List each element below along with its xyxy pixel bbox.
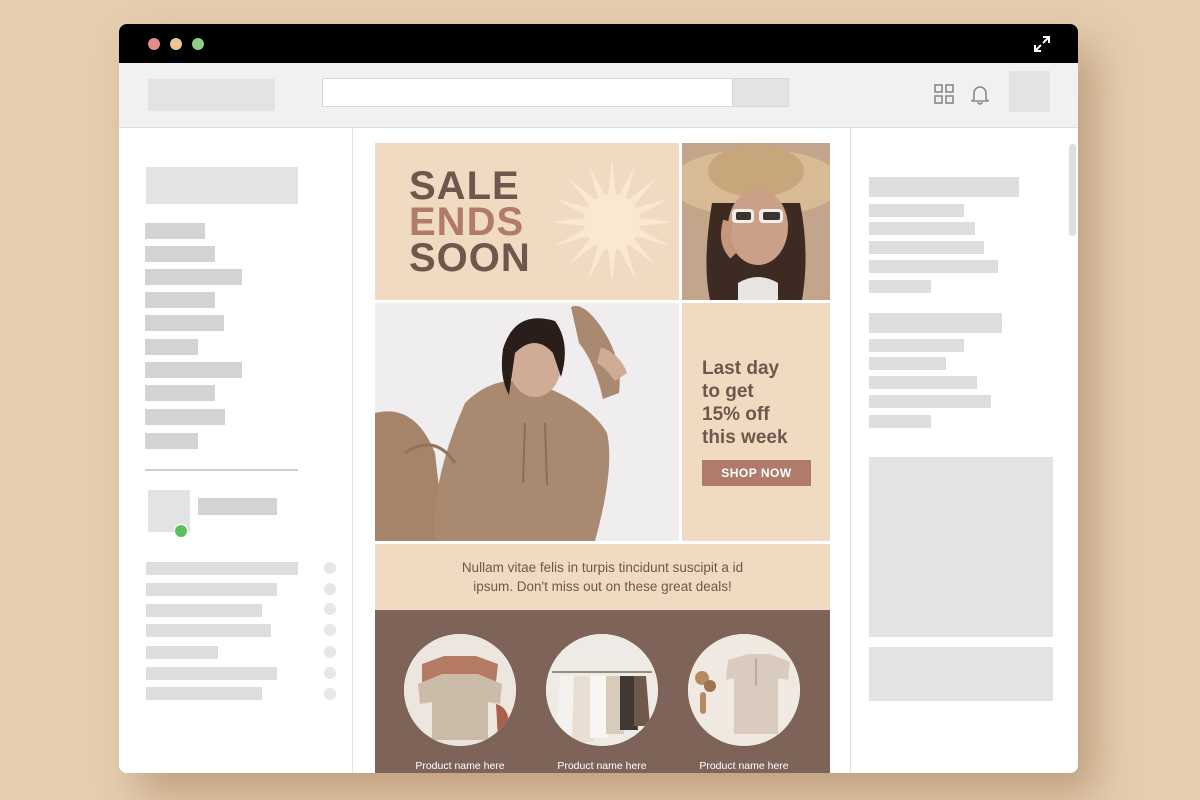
sidebar-line: [869, 241, 984, 254]
message-line-2: ipsum. Don't miss out on these great dea…: [473, 579, 732, 594]
list-item[interactable]: [146, 667, 277, 680]
sidebar-heading-placeholder: [869, 313, 1002, 333]
offer-panel: Last day to get 15% off this week SHOP N…: [682, 303, 830, 541]
minimize-window-button[interactable]: [170, 38, 182, 50]
list-item-status-dot: [324, 624, 336, 636]
sidebar-heading-placeholder: [146, 167, 298, 204]
offer-line-3: 15% off: [702, 404, 770, 425]
ad-placeholder: [869, 457, 1053, 637]
email-content: SALE ENDS SOON Last day to get 15% off t…: [375, 143, 830, 773]
shop-now-button[interactable]: SHOP NOW: [702, 460, 811, 486]
sidebar-line: [869, 376, 977, 389]
sidebar-line: [869, 395, 991, 408]
sidebar-item[interactable]: [145, 362, 242, 378]
close-window-button[interactable]: [148, 38, 160, 50]
list-item-status-dot: [324, 667, 336, 679]
offer-line-1: Last day: [702, 358, 780, 379]
list-item-status-dot: [324, 583, 336, 595]
product-name-3[interactable]: Product name here: [674, 760, 814, 772]
sidebar-item[interactable]: [145, 433, 198, 449]
browser-window: SALE ENDS SOON Last day to get 15% off t…: [119, 24, 1078, 773]
search-input[interactable]: [322, 78, 733, 107]
message-panel: Nullam vitae felis in turpis tincidunt s…: [375, 544, 830, 610]
list-item-status-dot: [324, 603, 336, 615]
sidebar-item[interactable]: [145, 292, 215, 308]
online-status-indicator: [174, 524, 188, 538]
product-image-1[interactable]: [404, 634, 516, 746]
product-name-1[interactable]: Product name here: [390, 760, 530, 772]
logo-placeholder: [148, 79, 275, 111]
sidebar-line: [869, 339, 964, 352]
scrollbar[interactable]: [1069, 144, 1076, 236]
sidebar-item[interactable]: [145, 315, 224, 331]
left-sidebar: [119, 128, 353, 773]
maximize-window-button[interactable]: [192, 38, 204, 50]
list-item-status-dot: [324, 562, 336, 574]
sidebar-line: [869, 222, 975, 235]
sidebar-item[interactable]: [145, 269, 242, 285]
list-item[interactable]: [146, 604, 262, 617]
offer-line-2: to get: [702, 381, 754, 402]
sidebar-line: [869, 357, 946, 370]
top-toolbar: [119, 63, 1078, 128]
sidebar-item[interactable]: [145, 339, 198, 355]
title-bar: [119, 24, 1078, 63]
product-image-2[interactable]: [546, 634, 658, 746]
sunburst-icon: [550, 160, 674, 284]
expand-icon[interactable]: [1032, 34, 1052, 54]
hoodie-model-photo: [375, 303, 679, 541]
products-panel: Product name here Product name here Prod…: [375, 610, 830, 773]
sidebar-line: [869, 280, 931, 293]
message-line-1: Nullam vitae felis in turpis tincidunt s…: [461, 560, 744, 575]
sidebar-item[interactable]: [145, 385, 215, 401]
ad-placeholder: [869, 647, 1053, 701]
bell-icon[interactable]: [969, 83, 991, 105]
sidebar-line: [869, 204, 964, 217]
user-avatar-placeholder[interactable]: [1009, 71, 1050, 112]
list-item[interactable]: [146, 687, 262, 700]
list-item[interactable]: [146, 646, 218, 659]
product-name-2[interactable]: Product name here: [532, 760, 672, 772]
grid-icon[interactable]: [933, 83, 955, 105]
list-item-status-dot: [324, 688, 336, 700]
sidebar-item[interactable]: [145, 246, 215, 262]
list-item-status-dot: [324, 646, 336, 658]
product-image-3[interactable]: [688, 634, 800, 746]
list-item[interactable]: [146, 583, 277, 596]
sale-hero-panel: SALE ENDS SOON: [375, 143, 679, 300]
sidebar-line: [869, 260, 998, 273]
offer-line-4: this week: [702, 427, 788, 448]
user-name-placeholder: [198, 498, 277, 515]
search-button[interactable]: [733, 78, 789, 107]
sidebar-heading-placeholder: [869, 177, 1019, 197]
right-sidebar: [850, 128, 1078, 773]
sidebar-divider: [145, 469, 298, 471]
headline-line-3: SOON: [409, 236, 531, 280]
list-item[interactable]: [146, 624, 271, 637]
sunglasses-model-photo: [682, 143, 830, 300]
sidebar-item[interactable]: [145, 409, 225, 425]
list-item[interactable]: [146, 562, 298, 575]
sidebar-item[interactable]: [145, 223, 205, 239]
sidebar-line: [869, 415, 931, 428]
